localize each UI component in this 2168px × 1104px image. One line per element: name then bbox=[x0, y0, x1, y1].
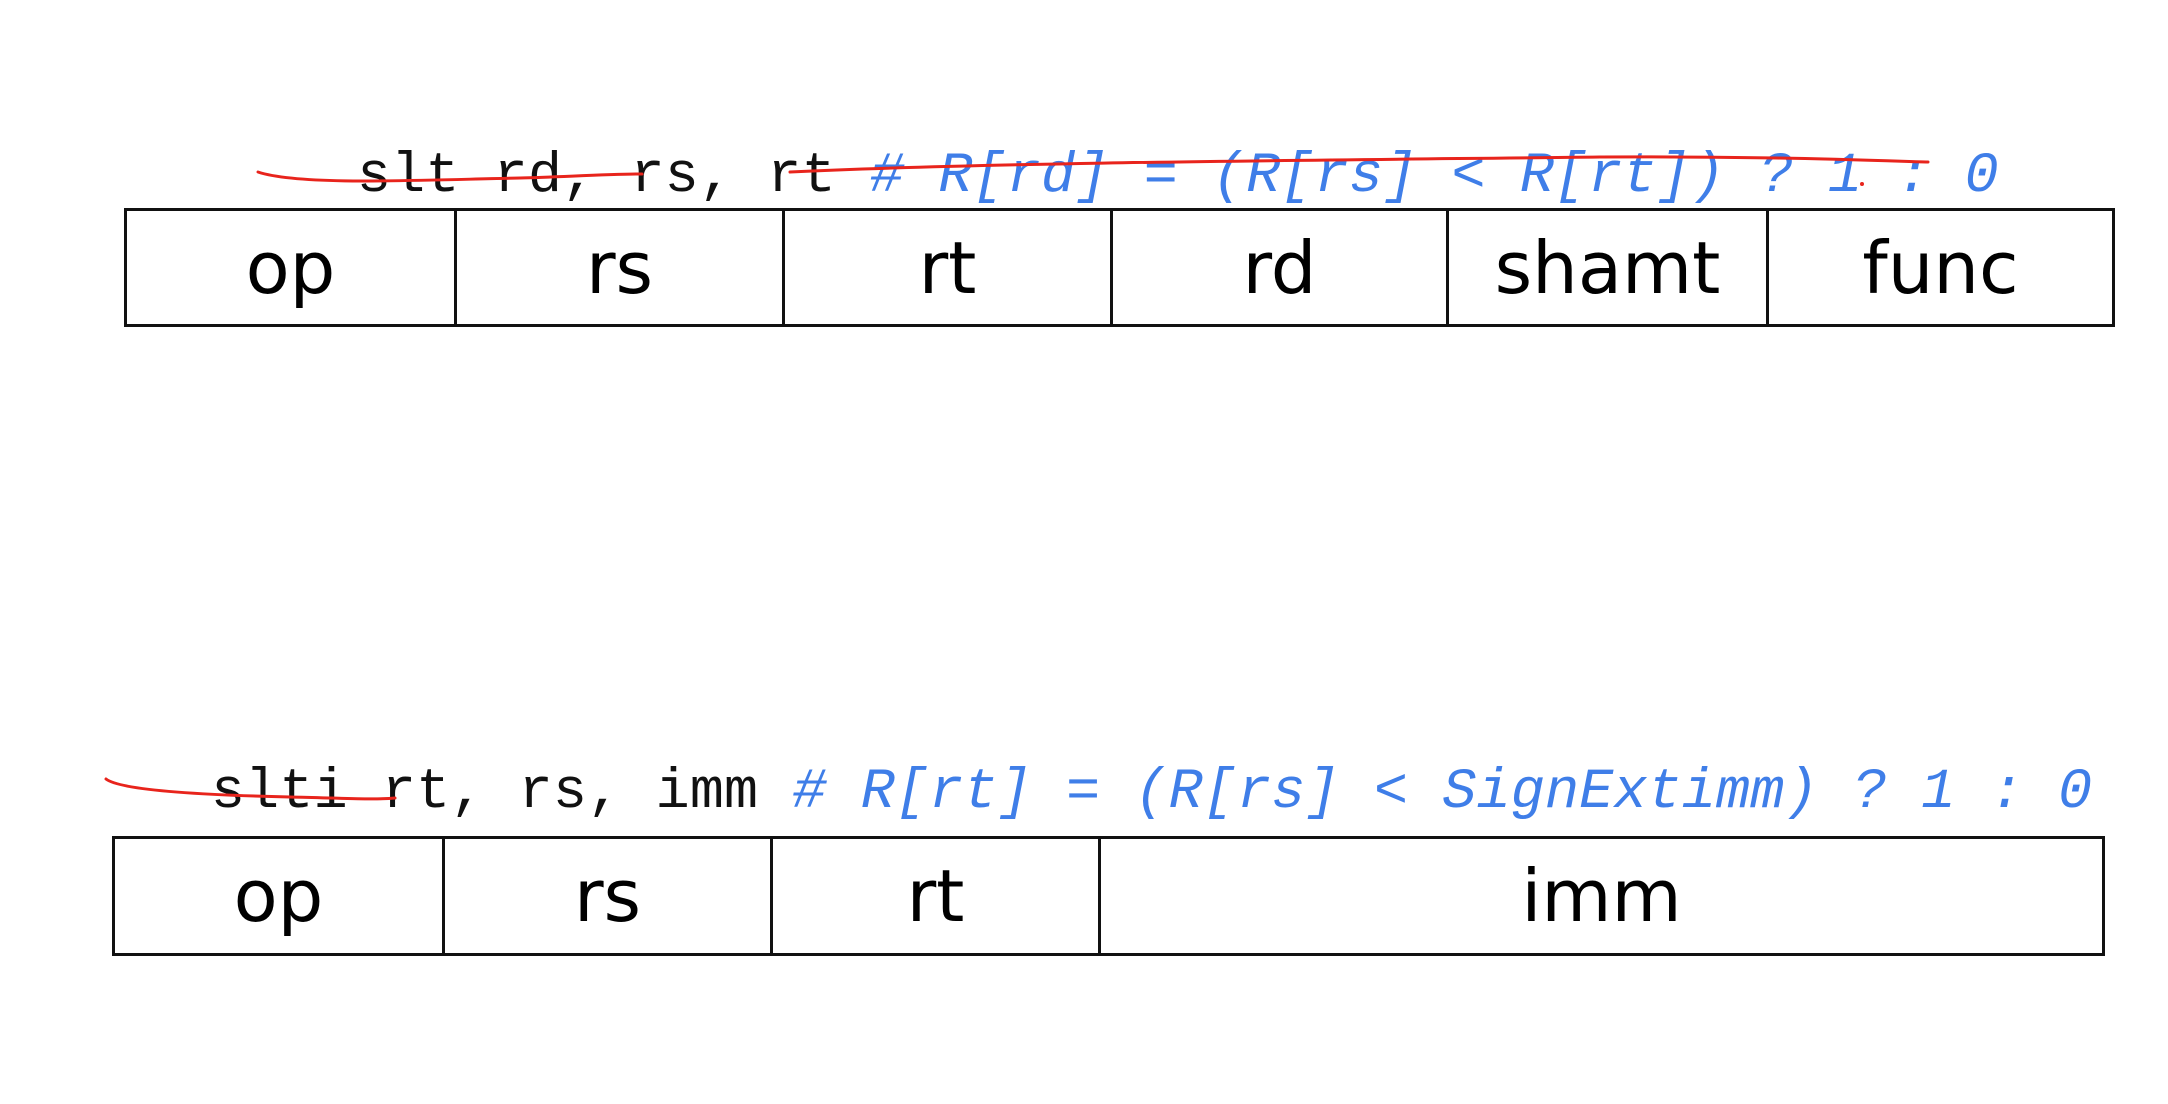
r-type-field-shamt: shamt bbox=[1449, 211, 1769, 324]
r-type-field-rt: rt bbox=[785, 211, 1113, 324]
i-type-instruction-comment: # R[rt] = (R[rs] < SignExtimm) ? 1 : 0 bbox=[792, 761, 2093, 825]
instruction-format-diagram: slt rd, rs, rt # R[rd] = (R[rs] < R[rt])… bbox=[0, 0, 2168, 1104]
i-type-instruction-syntax: slti rt, rs, imm bbox=[210, 761, 759, 825]
i-type-format-table: op rs rt imm bbox=[112, 836, 2105, 956]
r-type-field-rs: rs bbox=[457, 211, 785, 324]
i-type-field-rs: rs bbox=[445, 839, 773, 953]
i-type-field-rt: rt bbox=[773, 839, 1101, 953]
r-type-field-op: op bbox=[127, 211, 457, 324]
r-type-field-func: func bbox=[1862, 225, 2019, 310]
r-type-field-rd: rd bbox=[1113, 211, 1449, 324]
i-type-field-op: op bbox=[115, 839, 445, 953]
r-type-instruction-comment: # R[rd] = (R[rs] < R[rt]) ? 1 : 0 bbox=[869, 145, 1999, 209]
r-type-instruction-syntax: slt rd, rs, rt bbox=[356, 145, 836, 209]
i-type-field-imm: imm bbox=[1521, 854, 1682, 938]
r-type-format-table: op rs rt rd shamt func bbox=[124, 208, 2115, 327]
